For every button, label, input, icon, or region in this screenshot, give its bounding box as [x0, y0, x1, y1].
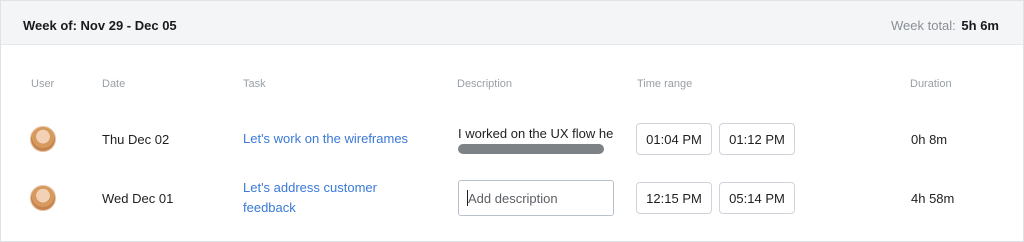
task-link-line1[interactable]: Let's address customer	[243, 180, 377, 195]
start-time-field[interactable]: 12:15 PM	[636, 182, 712, 214]
table-row: Thu Dec 02 Let's work on the wireframes …	[1, 111, 1023, 167]
week-total-label: Week total:	[891, 18, 956, 33]
column-header-description: Description	[457, 78, 513, 90]
user-avatar	[30, 126, 56, 152]
end-time-field[interactable]: 01:12 PM	[719, 123, 795, 155]
task-link-line2[interactable]: feedback	[243, 200, 296, 215]
column-header-time-range: Time range	[637, 78, 693, 90]
entry-date: Thu Dec 02	[102, 132, 170, 147]
end-time-field[interactable]: 05:14 PM	[719, 182, 795, 214]
week-total: Week total: 5h 6m	[891, 18, 999, 33]
description-input[interactable]	[458, 180, 614, 216]
entry-date: Wed Dec 01	[102, 191, 174, 206]
description-text[interactable]: I worked on the UX flow he	[458, 126, 613, 141]
table-row: Wed Dec 01 Let's address customer feedba…	[1, 170, 1023, 226]
task-link[interactable]: Let's address customer feedback	[243, 178, 377, 218]
column-header-duration: Duration	[910, 78, 952, 90]
start-time-field[interactable]: 01:04 PM	[636, 123, 712, 155]
entry-duration: 0h 8m	[911, 132, 948, 147]
task-link[interactable]: Let's work on the wireframes	[243, 129, 408, 149]
week-header: Week of: Nov 29 - Dec 05 Week total: 5h …	[1, 1, 1023, 45]
timesheet-panel: Week of: Nov 29 - Dec 05 Week total: 5h …	[0, 0, 1024, 242]
column-header-user: User	[31, 78, 55, 90]
description-redaction-bar	[458, 144, 604, 154]
week-of-label: Week of: Nov 29 - Dec 05	[23, 18, 177, 33]
column-header-task: Task	[243, 78, 266, 90]
week-total-value: 5h 6m	[961, 18, 999, 33]
entry-duration: 4h 58m	[911, 191, 955, 206]
column-header-date: Date	[102, 78, 126, 90]
user-avatar	[30, 185, 56, 211]
text-caret	[467, 190, 468, 206]
